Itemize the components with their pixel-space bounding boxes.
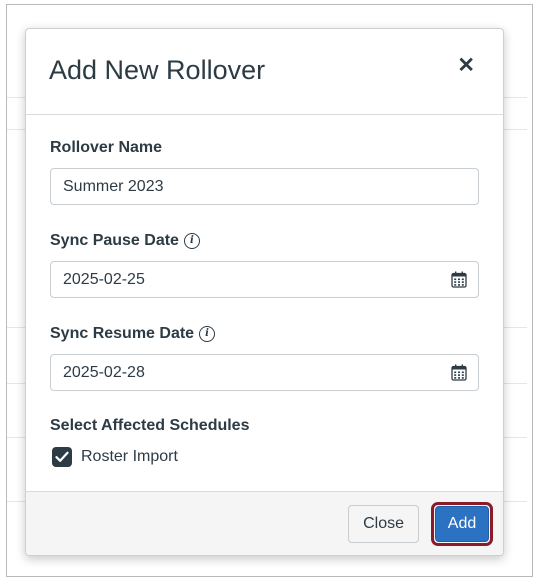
info-icon[interactable]: i — [199, 326, 216, 342]
sync-pause-date-label-text: Sync Pause Date — [50, 232, 179, 249]
rollover-name-label: Rollover Name — [50, 139, 162, 157]
roster-import-label[interactable]: Roster Import — [81, 448, 178, 466]
info-icon[interactable]: i — [183, 233, 200, 249]
dialog-title: Add New Rollover — [49, 55, 266, 85]
close-icon[interactable]: ✕ — [457, 55, 475, 76]
add-rollover-dialog: Add New Rollover ✕ Rollover Name Sync Pa… — [25, 28, 504, 556]
sync-pause-date-label: Sync Pause Date i — [50, 232, 200, 250]
roster-import-checkbox[interactable] — [52, 447, 72, 467]
sync-pause-date-field — [50, 261, 479, 298]
rollover-name-input[interactable] — [50, 168, 479, 205]
sync-resume-date-input[interactable] — [50, 354, 479, 391]
sync-resume-date-label-text: Sync Resume Date — [50, 325, 195, 342]
calendar-icon[interactable] — [451, 271, 467, 288]
calendar-icon[interactable] — [451, 364, 467, 381]
sync-resume-date-field — [50, 354, 479, 391]
sync-resume-date-label: Sync Resume Date i — [50, 325, 216, 343]
dialog-footer: Close Add — [26, 491, 503, 555]
checkmark-icon — [55, 451, 69, 462]
close-button[interactable]: Close — [348, 505, 419, 543]
affected-schedules-label-text: Select Affected Schedules — [50, 417, 250, 434]
affected-schedules-label: Select Affected Schedules — [50, 417, 249, 435]
rollover-name-label-text: Rollover Name — [50, 139, 163, 156]
add-button[interactable]: Add — [435, 506, 489, 542]
dialog-header: Add New Rollover ✕ — [26, 29, 503, 115]
sync-pause-date-input[interactable] — [50, 261, 479, 298]
